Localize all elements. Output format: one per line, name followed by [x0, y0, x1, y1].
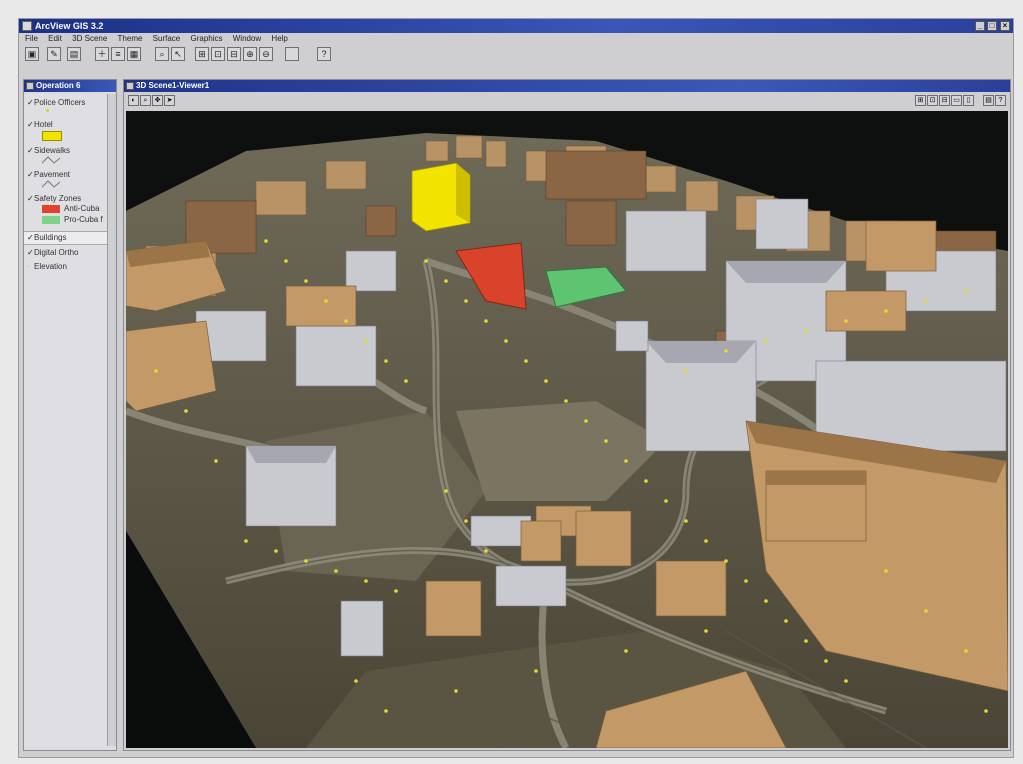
- help-button[interactable]: ?: [317, 47, 331, 61]
- check-icon[interactable]: ✓: [27, 98, 34, 107]
- check-icon[interactable]: ✓: [27, 120, 34, 129]
- check-icon[interactable]: ·: [27, 262, 34, 271]
- zoom-tool[interactable]: ⌕: [140, 95, 151, 106]
- theme-props-button[interactable]: ≡: [111, 47, 125, 61]
- menu-edit[interactable]: Edit: [48, 34, 62, 43]
- fly-tool[interactable]: ➤: [164, 95, 175, 106]
- theme-buildings[interactable]: ✓Buildings: [27, 233, 66, 242]
- check-icon[interactable]: ✓: [27, 146, 34, 155]
- line-symbol-icon: [42, 180, 60, 188]
- legend-anti-cuba: Anti-Cuba: [64, 204, 100, 213]
- zoom-in-button[interactable]: ⊕: [243, 47, 257, 61]
- theme-list: ✓Police Officers ✓Hotel ✓Sidewalks ✓Pave…: [24, 94, 108, 746]
- theme-pavement[interactable]: ✓Pavement: [27, 170, 70, 179]
- app-logo-icon: [22, 21, 32, 31]
- legend-label: Pro-Cuba f: [64, 215, 103, 224]
- pan-tool[interactable]: ✥: [152, 95, 163, 106]
- edit-legend-button[interactable]: ✎: [47, 47, 61, 61]
- legend-pro-cuba: Pro-Cuba f: [64, 215, 103, 224]
- zoom-full-button[interactable]: ⊞: [195, 47, 209, 61]
- minimize-button[interactable]: _: [975, 21, 985, 31]
- open-theme-table-button[interactable]: ▦: [127, 47, 141, 61]
- menu-surface[interactable]: Surface: [153, 34, 181, 43]
- zoom-selected-button[interactable]: ⊟: [227, 47, 241, 61]
- menu-help[interactable]: Help: [271, 34, 287, 43]
- table-of-contents: Operation 6 ✓Police Officers ✓Hotel ✓Sid…: [23, 79, 117, 751]
- menu-window[interactable]: Window: [233, 34, 261, 43]
- theme-label: Elevation: [34, 262, 67, 271]
- hotel-swatch: [42, 131, 62, 141]
- zoom-theme[interactable]: ⊡: [927, 95, 938, 106]
- save-project-button[interactable]: ▣: [25, 47, 39, 61]
- view-top[interactable]: ▭: [951, 95, 962, 106]
- menu-bar: File Edit 3D Scene Theme Surface Graphic…: [19, 33, 1013, 45]
- find-button[interactable]: ⌕: [155, 47, 169, 61]
- pro-cuba-swatch: [42, 216, 60, 224]
- app-title: ArcView GIS 3.2: [35, 21, 104, 31]
- theme-label: Pavement: [34, 170, 71, 179]
- legend-label: Anti-Cuba: [64, 204, 100, 213]
- theme-label: Police Officers: [34, 98, 86, 107]
- check-icon[interactable]: ✓: [27, 194, 34, 203]
- main-toolbar: ▣ ✎ ▤ ＋ ≡ ▦ ⌕ ↖ ⊞ ⊡ ⊟ ⊕ ⊖ ?: [19, 45, 1013, 63]
- theme-sidewalks[interactable]: ✓Sidewalks: [27, 146, 70, 155]
- check-icon[interactable]: ✓: [27, 233, 34, 242]
- zoom-active-button[interactable]: ⊡: [211, 47, 225, 61]
- scene-viewer: 3D Scene1-Viewer1 ◐ ⌕ ✥ ➤ ⊞ ⊡ ⊟ ▭ ▯ ▤ ?: [123, 79, 1011, 751]
- theme-label: Sidewalks: [34, 146, 71, 155]
- add-theme-button[interactable]: ＋: [95, 47, 109, 61]
- theme-hotel[interactable]: ✓Hotel: [27, 120, 53, 129]
- theme-elevation[interactable]: · Elevation: [27, 262, 67, 271]
- menu-3d-scene[interactable]: 3D Scene: [72, 34, 107, 43]
- close-button[interactable]: ×: [1000, 21, 1010, 31]
- anti-cuba-swatch: [42, 205, 60, 213]
- viewer-logo-icon: [126, 82, 134, 90]
- check-icon[interactable]: ✓: [27, 248, 34, 257]
- maximize-button[interactable]: □: [987, 21, 997, 31]
- check-icon[interactable]: ✓: [27, 170, 34, 179]
- theme-label: Digital Ortho: [34, 248, 79, 257]
- theme-digital-ortho[interactable]: ✓Digital Ortho: [27, 248, 78, 257]
- viewer-titlebar: 3D Scene1-Viewer1: [124, 80, 1010, 92]
- menu-graphics[interactable]: Graphics: [190, 34, 222, 43]
- app-titlebar: ArcView GIS 3.2 _ □ ×: [19, 19, 1013, 33]
- arcview-window: ArcView GIS 3.2 _ □ × File Edit 3D Scene…: [18, 18, 1014, 758]
- scene-help[interactable]: ?: [995, 95, 1006, 106]
- zoom-full-extent[interactable]: ⊞: [915, 95, 926, 106]
- viewer-title: 3D Scene1-Viewer1: [136, 81, 210, 90]
- properties-button[interactable]: ▤: [67, 47, 81, 61]
- view-logo-icon: [26, 82, 34, 90]
- toc-titlebar: Operation 6: [24, 80, 116, 92]
- scene-props[interactable]: ▤: [983, 95, 994, 106]
- theme-safety-zones[interactable]: ✓Safety Zones: [27, 194, 81, 203]
- theme-label: Hotel: [34, 120, 53, 129]
- toc-title: Operation 6: [36, 81, 81, 90]
- theme-label: Safety Zones: [34, 194, 82, 203]
- menu-file[interactable]: File: [25, 34, 38, 43]
- theme-label: Buildings: [34, 233, 67, 242]
- theme-police-officers[interactable]: ✓Police Officers: [27, 98, 85, 107]
- line-symbol-icon: [42, 156, 60, 164]
- navigate-tool[interactable]: ◐: [128, 95, 139, 106]
- scene-render: [126, 111, 1008, 748]
- view-side[interactable]: ▯: [963, 95, 974, 106]
- select-button[interactable]: ↖: [171, 47, 185, 61]
- viewer-toolbar-extra: ▤ ?: [983, 95, 1006, 108]
- blank-button[interactable]: [285, 47, 299, 61]
- 3d-scene-canvas[interactable]: [126, 111, 1008, 748]
- zoom-out-button[interactable]: ⊖: [259, 47, 273, 61]
- menu-theme[interactable]: Theme: [118, 34, 143, 43]
- zoom-selected[interactable]: ⊟: [939, 95, 950, 106]
- viewer-toolbar-left: ◐ ⌕ ✥ ➤: [128, 95, 175, 108]
- toc-scrollbar[interactable]: [107, 94, 116, 746]
- point-symbol-icon: [46, 109, 49, 112]
- viewer-toolbar-right: ⊞ ⊡ ⊟ ▭ ▯: [915, 95, 974, 108]
